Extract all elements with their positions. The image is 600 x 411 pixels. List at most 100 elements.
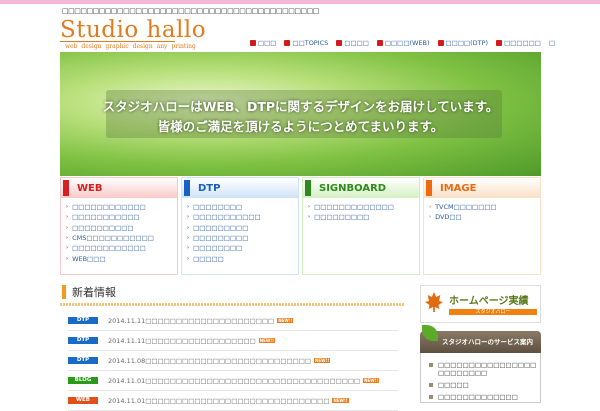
link-label: TVCM□□□□□□□: [435, 203, 497, 212]
chevron-right-icon: ›: [308, 214, 311, 221]
chevron-right-icon: ›: [66, 245, 69, 252]
nav-item[interactable]: □□□□(DTP): [437, 39, 489, 47]
category-header[interactable]: IMAGE: [424, 178, 540, 198]
category-link[interactable]: › □□□□□□□□: [187, 202, 298, 212]
service-title: スタジオハローのサービス案内: [442, 338, 533, 346]
portfolio-banner[interactable]: ホームページ実績 スタジオハロー: [420, 285, 541, 323]
arrow-icon: [426, 180, 432, 196]
bullet-icon: [250, 40, 256, 46]
bullet-icon: [429, 383, 433, 387]
new-badge: NEW!!: [314, 358, 331, 363]
logo-subtitle: web design graphic design any printing: [65, 43, 196, 50]
link-label: □□□□□: [193, 254, 224, 263]
nav-item[interactable]: □□□□(WEB): [376, 39, 430, 47]
link-label: □□□□□□□□□: [193, 223, 249, 232]
nav-item[interactable]: □: [549, 39, 555, 47]
category-link[interactable]: › CMS□□□□□□□□□□□: [66, 233, 177, 243]
news-heading: 新着情報: [62, 284, 116, 300]
link-label: □□□□□□□□□: [314, 213, 370, 222]
link-label: □□□□□□□□: [193, 203, 243, 212]
new-badge: NEW!!: [363, 378, 380, 383]
link-label: □□□□□□□□□: [193, 234, 249, 243]
sidebar: ホームページ実績 スタジオハロー スタジオハローのサービス案内 □□□□□□□□…: [420, 285, 541, 403]
category-link[interactable]: › WEB□□□: [66, 253, 177, 263]
news-divider: [60, 303, 405, 306]
service-label: □□□□□: [438, 381, 469, 389]
logo[interactable]: Studio hallo: [60, 17, 206, 43]
service-item[interactable]: □□□□□□□□□□□□□□□□ □□□□□□□□: [429, 361, 540, 377]
category-link[interactable]: › DVD□□: [429, 212, 540, 222]
category-badge: DTP: [68, 337, 98, 344]
category-header[interactable]: WEB: [61, 178, 177, 198]
news-item[interactable]: WEB 2014.11.01□□□□□□□□□□□□□□□□□□□□□□□□□□□…: [68, 391, 398, 411]
category-link[interactable]: › □□□□□□□□□: [187, 233, 298, 243]
category-badge: WEB: [68, 397, 98, 404]
link-label: □□□□□□□□□□□□: [72, 203, 146, 212]
arrow-icon: [305, 180, 311, 196]
hero-line-2: 皆様のご満足を頂けるようにつとめてまいります。: [157, 119, 444, 134]
link-label: □□□□□□□□□□□: [72, 213, 140, 222]
category-link[interactable]: › □□□□□□□□□□□□□: [308, 202, 419, 212]
global-nav: □□□ □□TOPICS □□□□ □□□□(WEB) □□□□(DTP) □□□□□□ □: [250, 39, 555, 47]
category-link[interactable]: › □□□□□□□□□□□: [66, 212, 177, 222]
category-badge: DTP: [68, 357, 98, 364]
category-link[interactable]: › □□□□□□□□□: [187, 223, 298, 233]
new-badge: NEW!!: [332, 398, 349, 403]
news-item[interactable]: DTP 2014.11.08□□□□□□□□□□□□□□□□□□□□□□□□□□□…: [68, 351, 398, 371]
news-item[interactable]: BLOG 2014.11.01□□□□□□□□□□□□□□□□□□□□□□□□□□…: [68, 371, 398, 391]
news-title: 新着情報: [72, 286, 116, 299]
category-link[interactable]: › □□□□□□□□: [187, 243, 298, 253]
arrow-icon: [184, 180, 190, 196]
bullet-icon: [496, 40, 503, 46]
link-label: □□□□□□□□□□□: [193, 213, 261, 222]
tagline: □□□□□□□□□□□□□□□□□□□□□□□□□□□□□□□□□□□□□□□□…: [62, 7, 319, 15]
news-text[interactable]: 2014.11.08□□□□□□□□□□□□□□□□□□□□□□□□□□□: [108, 357, 311, 365]
nav-item[interactable]: □□TOPICS: [284, 39, 328, 47]
news-text[interactable]: 2014.11.01□□□□□□□□□□□□□□□□□□□□□□□□□□□□□□: [108, 397, 329, 405]
category-links: › □□□□□□□□ › □□□□□□□□□□□ › □□□□□□□□□ › □□□□□□□□…: [182, 198, 298, 264]
nav-label: □□□□(DTP): [445, 39, 489, 47]
news-text[interactable]: 2014.11.11□□□□□□□□□□□□□□□□□□□□□: [108, 317, 274, 325]
category-link[interactable]: › □□□□□□□□□□□□: [66, 202, 177, 212]
bullet-icon: [336, 40, 343, 46]
category-links: › □□□□□□□□□□□□ › □□□□□□□□□□□ › □□□□□□□□□□ › CMS…: [61, 198, 177, 264]
logo-underline: [60, 41, 175, 42]
news-item[interactable]: DTP 2014.11.11□□□□□□□□□□□□□□□□□□ NEW!!: [68, 331, 398, 351]
nav-label: □□□: [258, 39, 277, 47]
service-item[interactable]: □□□□□: [429, 381, 540, 389]
link-label: □□□□□□□□□□□□: [72, 244, 146, 253]
category-link[interactable]: › □□□□□□□□□□: [66, 223, 177, 233]
nav-label: □□□□: [344, 39, 369, 47]
category-link[interactable]: › □□□□□□□□□□□□: [66, 243, 177, 253]
nav-item[interactable]: □□□□: [336, 39, 369, 47]
hero-banner: スタジオハローはWEB、DTPに関するデザインをお届けしています。 皆様のご満足…: [60, 52, 541, 176]
category-image: IMAGE › TVCM□□□□□□□ › DVD□□: [423, 177, 541, 275]
chevron-right-icon: ›: [66, 224, 69, 231]
news-text[interactable]: 2014.11.11□□□□□□□□□□□□□□□□□□: [108, 337, 256, 345]
chevron-right-icon: ›: [187, 255, 190, 262]
news-item[interactable]: DTP 2014.11.11□□□□□□□□□□□□□□□□□□□□□ NEW!!: [68, 311, 398, 331]
link-label: □□□□□□□□: [193, 244, 243, 253]
top-border: [0, 0, 600, 4]
category-link[interactable]: › TVCM□□□□□□□: [429, 202, 540, 212]
category-badge: DTP: [68, 317, 98, 324]
category-header[interactable]: SIGNBOARD: [303, 178, 419, 198]
chevron-right-icon: ›: [429, 204, 432, 211]
chevron-right-icon: ›: [66, 204, 69, 211]
category-link[interactable]: › □□□□□: [187, 253, 298, 263]
bullet-icon: [376, 40, 383, 46]
category-header[interactable]: DTP: [182, 178, 298, 198]
bullet-icon: [429, 395, 433, 399]
banner-subtitle: スタジオハロー: [449, 309, 537, 315]
maple-leaf-icon: [425, 292, 443, 312]
nav-item[interactable]: □□□: [250, 39, 276, 47]
category-link[interactable]: › □□□□□□□□□□□: [187, 212, 298, 222]
nav-item[interactable]: □□□□□□: [496, 39, 541, 47]
category-web: WEB › □□□□□□□□□□□□ › □□□□□□□□□□□ › □□□□□□□□□□ ›…: [60, 177, 178, 275]
bullet-icon: [429, 363, 433, 367]
chevron-right-icon: ›: [429, 214, 432, 221]
link-label: □□□□□□□□□□□□□: [314, 203, 394, 212]
category-title: SIGNBOARD: [319, 182, 387, 194]
news-text[interactable]: 2014.11.01□□□□□□□□□□□□□□□□□□□□□□□□□□□□□□…: [108, 377, 360, 385]
category-link[interactable]: › □□□□□□□□□: [308, 212, 419, 222]
